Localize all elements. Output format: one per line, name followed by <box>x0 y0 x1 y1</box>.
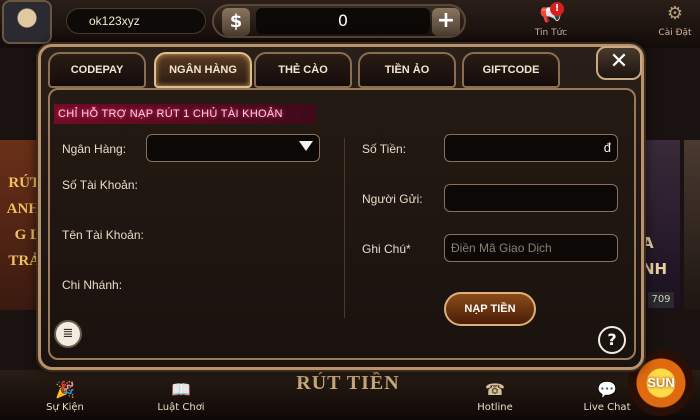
note-input[interactable]: Điền Mã Giao Dịch <box>444 234 618 262</box>
hotline-label: Hotline <box>477 402 513 413</box>
balance-value: 0 <box>256 8 430 34</box>
events-button[interactable]: 🎉 Sự Kiện <box>30 380 100 413</box>
amount-label: Số Tiền: <box>362 142 407 156</box>
currency-symbol: đ <box>603 140 611 155</box>
settings-label: Cài Đặt <box>658 28 692 38</box>
right-banner-line: NH <box>642 260 668 278</box>
help-button[interactable]: ? <box>598 326 626 354</box>
phone-icon: ☎ <box>485 380 505 399</box>
close-icon: ✕ <box>609 49 629 74</box>
tab-bank[interactable]: NGÂN HÀNG <box>154 52 252 88</box>
amount-input[interactable]: đ <box>444 134 618 162</box>
bank-panel <box>48 88 636 360</box>
live-chat-label: Live Chat <box>583 402 631 413</box>
left-banner-line: ANH <box>6 201 40 217</box>
tab-crypto[interactable]: TIỀN ẢO <box>358 52 456 88</box>
bank-label: Ngân Hàng: <box>62 142 127 156</box>
left-banner-line: G L <box>14 227 40 243</box>
sender-label: Người Gửi: <box>362 192 423 206</box>
news-label: Tin Tức <box>534 28 568 38</box>
news-badge: ! <box>550 2 564 16</box>
account-number-label: Số Tài Khoản: <box>62 178 138 192</box>
right-banner-chip: 709 <box>648 292 674 308</box>
hotline-button[interactable]: ☎ Hotline <box>460 380 530 413</box>
left-promo-banner[interactable]: RÚT ANH G L TRẢ <box>0 140 42 310</box>
help-icon: ? <box>607 330 617 349</box>
close-button[interactable]: ✕ <box>596 46 642 80</box>
events-label: Sự Kiện <box>46 402 84 413</box>
rules-button[interactable]: 📖 Luật Chơi <box>146 380 216 413</box>
bank-select[interactable] <box>146 134 320 162</box>
right-promo-banner[interactable]: A NH <box>640 140 680 310</box>
left-banner-line: RÚT <box>8 175 40 191</box>
book-icon: 📖 <box>171 380 191 399</box>
rules-label: Luật Chơi <box>157 402 205 413</box>
party-icon: 🎉 <box>55 380 75 399</box>
username-display: ok123xyz <box>66 8 206 34</box>
news-button[interactable]: 📢 ! Tin Tức <box>526 0 576 46</box>
tab-giftcode[interactable]: GIFTCODE <box>462 52 560 88</box>
avatar[interactable] <box>2 0 52 44</box>
tab-scratch-card[interactable]: THẺ CÀO <box>254 52 352 88</box>
settings-button[interactable]: ⚙ Cài Đặt <box>650 0 700 46</box>
branch-label: Chi Nhánh: <box>62 278 123 292</box>
column-divider <box>344 138 345 318</box>
history-icon: ≣ <box>62 326 74 341</box>
account-name-label: Tên Tài Khoản: <box>62 228 144 242</box>
left-banner-line: TRẢ <box>8 253 40 269</box>
history-button[interactable]: ≣ <box>54 320 82 348</box>
note-label: Ghi Chú* <box>362 242 411 256</box>
chevron-down-icon <box>299 141 313 151</box>
right-edge-strip <box>684 140 700 310</box>
notice-banner: CHỈ HỖ TRỢ NẠP RÚT 1 CHỦ TÀI KHOẢN <box>54 104 316 124</box>
gear-icon: ⚙ <box>666 3 684 24</box>
right-banner-line: A <box>642 234 654 252</box>
add-funds-button[interactable]: + <box>432 8 460 36</box>
dollar-icon[interactable]: $ <box>222 8 250 36</box>
withdraw-banner[interactable]: RÚT TIỀN <box>278 372 418 402</box>
tab-codepay[interactable]: CODEPAY <box>48 52 146 88</box>
deposit-submit-button[interactable]: NẠP TIỀN <box>444 292 536 326</box>
sender-input[interactable] <box>444 184 618 212</box>
